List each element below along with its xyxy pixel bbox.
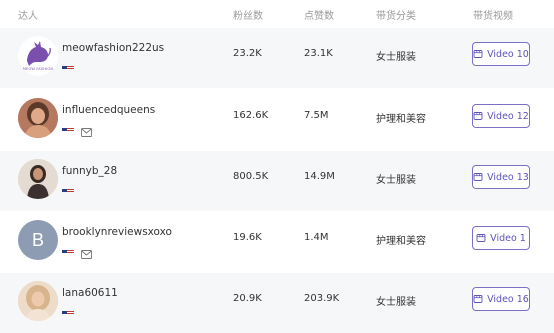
video-icon — [473, 50, 483, 58]
likes-count: 14.9M — [304, 171, 335, 182]
video-icon — [473, 295, 483, 303]
profile-photo-icon — [18, 281, 58, 321]
avatar[interactable] — [18, 281, 58, 321]
category-label: 女士服装 — [376, 52, 416, 63]
likes-count: 203.9K — [304, 293, 340, 304]
category-label: 女士服装 — [376, 297, 416, 308]
category-label: 护理和美容 — [376, 114, 426, 125]
influencer-name[interactable]: influencedqueens — [62, 104, 155, 116]
letter-avatar[interactable]: B — [18, 220, 58, 260]
video-button[interactable]: Video 16 — [472, 287, 530, 311]
category-label: 女士服装 — [376, 175, 416, 186]
influencer-name[interactable]: funnyb_28 — [62, 165, 117, 177]
video-icon — [473, 112, 483, 120]
us-flag-icon — [62, 244, 74, 253]
followers-count: 800.5K — [233, 171, 269, 182]
video-button-label: Video 1 — [490, 232, 526, 244]
table-row[interactable]: influencedqueens 162.6K 7.5M 护理和美容 Video… — [0, 90, 554, 150]
influencer-name[interactable]: brooklynreviewsxoxo — [62, 226, 172, 238]
followers-count: 162.6K — [233, 110, 269, 121]
header-videos: 带货视频 — [473, 11, 513, 22]
us-flag-icon — [62, 305, 74, 314]
likes-count: 7.5M — [304, 110, 329, 121]
influencer-name[interactable]: meowfashion222us — [62, 42, 164, 54]
influencer-name[interactable]: lana60611 — [62, 287, 118, 299]
table-row[interactable]: funnyb_28 800.5K 14.9M 女士服装 Video 13 — [0, 151, 554, 211]
profile-photo-icon — [18, 159, 58, 199]
header-influencer: 达人 — [18, 11, 38, 22]
video-button[interactable]: Video 1 — [472, 226, 530, 250]
avatar[interactable] — [18, 98, 58, 138]
video-icon — [473, 173, 483, 181]
avatar[interactable] — [18, 159, 58, 199]
avatar-initial: B — [31, 230, 44, 250]
profile-photo-icon — [18, 98, 58, 138]
video-button[interactable]: Video 10 — [472, 42, 530, 66]
brand-logo-avatar[interactable]: MEOW FASHION — [18, 36, 58, 76]
header-followers: 粉丝数 — [233, 11, 263, 22]
influencer-table: 达人 粉丝数 点赞数 带货分类 带货视频 MEOW FASHION meowfa… — [0, 0, 554, 333]
video-icon — [476, 234, 486, 242]
logo-text: MEOW FASHION — [22, 67, 54, 71]
us-flag-icon — [62, 60, 74, 69]
video-button-label: Video 12 — [487, 110, 529, 122]
table-header: 达人 粉丝数 点赞数 带货分类 带货视频 — [0, 0, 554, 26]
mail-icon[interactable] — [81, 122, 92, 137]
video-button[interactable]: Video 13 — [472, 165, 530, 189]
followers-count: 19.6K — [233, 232, 262, 243]
table-row[interactable]: lana60611 20.9K 203.9K 女士服装 Video 16 — [0, 273, 554, 333]
header-category: 带货分类 — [376, 11, 416, 22]
followers-count: 20.9K — [233, 293, 262, 304]
video-button-label: Video 10 — [487, 48, 529, 60]
likes-count: 23.1K — [304, 48, 333, 59]
us-flag-icon — [62, 122, 74, 131]
header-likes: 点赞数 — [304, 11, 334, 22]
category-label: 护理和美容 — [376, 236, 426, 247]
likes-count: 1.4M — [304, 232, 329, 243]
mail-icon[interactable] — [81, 244, 92, 259]
us-flag-icon — [62, 183, 74, 192]
followers-count: 23.2K — [233, 48, 262, 59]
video-button-label: Video 16 — [487, 293, 529, 305]
video-button[interactable]: Video 12 — [472, 104, 530, 128]
video-button-label: Video 13 — [487, 171, 529, 183]
table-row[interactable]: B brooklynreviewsxoxo 19.6K 1.4M 护理和美容 V… — [0, 212, 554, 272]
table-row[interactable]: MEOW FASHION meowfashion222us 23.2K 23.1… — [0, 28, 554, 88]
